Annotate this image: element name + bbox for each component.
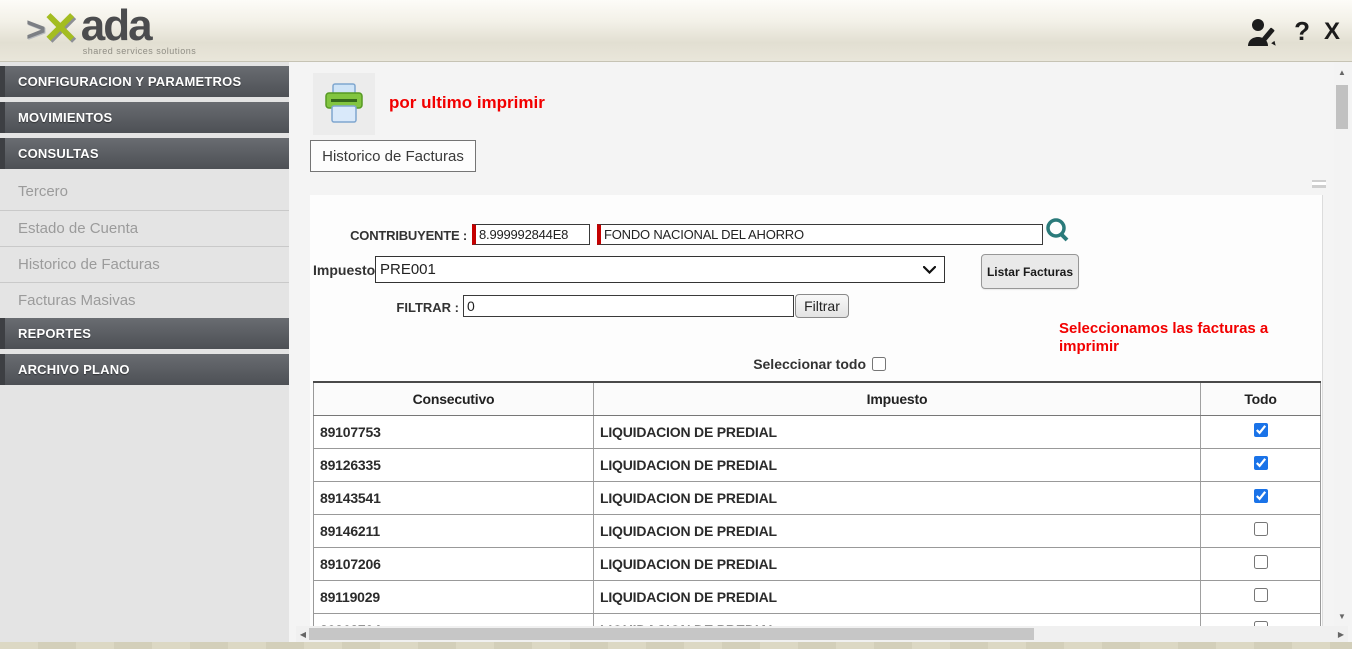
cell-consecutivo: 89143541 [314,481,594,514]
row-checkbox[interactable] [1254,588,1268,602]
printer-icon [321,82,367,126]
row-checkbox[interactable] [1254,456,1268,470]
sidebar-item-historico-de-facturas[interactable]: Historico de Facturas [0,246,289,282]
filtrar-input[interactable] [463,295,794,317]
table-row: 89119029LIQUIDACION DE PREDIAL [314,580,1321,613]
table-row: 89146211LIQUIDACION DE PREDIAL [314,514,1321,547]
sidebar-item-consultas[interactable]: CONSULTAS [0,138,289,169]
select-all-checkbox[interactable] [872,357,886,371]
user-edit-icon[interactable] [1246,17,1280,47]
table-row: 89263704LIQUIDACION DE PREDIAL [314,613,1321,626]
sidebar-nav: CONFIGURACION Y PARAMETROS MOVIMIENTOS CON… [0,62,289,385]
scroll-down-arrow-icon[interactable]: ▼ [1334,608,1350,624]
cell-impuesto: LIQUIDACION DE PREDIAL [594,415,1201,448]
row-checkbox[interactable] [1254,489,1268,503]
sidebar-item-movimientos[interactable]: MOVIMIENTOS [0,102,289,133]
table-row: 89126335LIQUIDACION DE PREDIAL [314,448,1321,481]
facturas-table-wrap: Consecutivo Impuesto Todo 89107753LIQUID… [313,381,1321,626]
vertical-scrollbar[interactable]: ▲ ▼ [1334,62,1350,626]
search-icon[interactable] [1044,217,1072,245]
impuesto-label: Impuesto [313,262,375,278]
annotation-select-note: Seleccionamos las facturas a imprimir [1059,320,1309,356]
cell-impuesto: LIQUIDACION DE PREDIAL [594,547,1201,580]
vertical-scrollbar-thumb[interactable] [1336,85,1348,129]
cell-impuesto: LIQUIDACION DE PREDIAL [594,613,1201,626]
cell-impuesto: LIQUIDACION DE PREDIAL [594,514,1201,547]
facturas-table: Consecutivo Impuesto Todo 89107753LIQUID… [313,381,1321,626]
select-all-label: Seleccionar todo [753,356,866,372]
help-icon[interactable]: ? [1294,16,1310,47]
cell-todo [1201,613,1321,626]
cell-todo [1201,448,1321,481]
cell-consecutivo: 89146211 [314,514,594,547]
annotation-print-note: por ultimo imprimir [389,93,545,113]
close-icon[interactable]: X [1324,18,1340,46]
cell-consecutivo: 89263704 [314,613,594,626]
cell-consecutivo: 89126335 [314,448,594,481]
resize-grip-icon[interactable] [1312,180,1326,188]
top-banner: > ✕ ada shared services solutions ? X [0,0,1352,62]
row-checkbox[interactable] [1254,423,1268,437]
bottom-strip [0,642,1352,649]
sidebar-item-configuracion-y-parametros[interactable]: CONFIGURACION Y PARAMETROS [0,66,289,97]
scroll-left-arrow-icon[interactable]: ◀ [296,626,310,642]
impuesto-selected-value: PRE001 [380,261,436,278]
col-header-consecutivo: Consecutivo [314,382,594,415]
impuesto-select[interactable]: PRE001 [375,256,945,283]
logo-wordmark: ada [81,4,197,48]
contribuyente-label: CONTRIBUYENTE : [337,228,467,243]
scroll-up-arrow-icon[interactable]: ▲ [1334,64,1350,80]
cell-todo [1201,481,1321,514]
row-checkbox[interactable] [1254,555,1268,569]
sidebar: CONFIGURACION Y PARAMETROS MOVIMIENTOS CON… [0,62,289,642]
cell-consecutivo: 89119029 [314,580,594,613]
select-all-row: Seleccionar todo [600,355,886,373]
app-window: > ✕ ada shared services solutions ? X CO… [0,0,1352,649]
table-row: 89107206LIQUIDACION DE PREDIAL [314,547,1321,580]
ada-logo: > ✕ ada shared services solutions [26,4,196,56]
table-row: 89143541LIQUIDACION DE PREDIAL [314,481,1321,514]
facturas-tbody: 89107753LIQUIDACION DE PREDIAL89126335LI… [314,415,1321,626]
cell-todo [1201,580,1321,613]
cell-consecutivo: 89107753 [314,415,594,448]
page-title-box[interactable]: Historico de Facturas [310,140,476,172]
cell-todo [1201,415,1321,448]
horizontal-scrollbar-thumb[interactable] [309,628,1034,640]
cell-todo [1201,514,1321,547]
filtrar-label: FILTRAR : [380,300,459,315]
cell-impuesto: LIQUIDACION DE PREDIAL [594,580,1201,613]
logo-tagline: shared services solutions [83,46,197,56]
chevron-down-icon [923,266,936,274]
logo-x-icon: ✕ [42,4,79,54]
cell-todo [1201,547,1321,580]
scroll-right-arrow-icon[interactable]: ▶ [1334,626,1348,642]
horizontal-scrollbar[interactable]: ◀ ▶ [296,626,1348,642]
table-row: 89107753LIQUIDACION DE PREDIAL [314,415,1321,448]
sidebar-item-estado-de-cuenta[interactable]: Estado de Cuenta [0,210,289,246]
sidebar-item-archivo-plano[interactable]: ARCHIVO PLANO [0,354,289,385]
sidebar-item-facturas-masivas[interactable]: Facturas Masivas [0,282,289,318]
listar-facturas-button[interactable]: Listar Facturas [981,254,1079,289]
print-button[interactable] [313,73,375,135]
row-checkbox[interactable] [1254,522,1268,536]
table-header-row: Consecutivo Impuesto Todo [314,382,1321,415]
col-header-impuesto: Impuesto [594,382,1201,415]
cell-impuesto: LIQUIDACION DE PREDIAL [594,448,1201,481]
sidebar-item-reportes[interactable]: REPORTES [0,318,289,349]
cell-consecutivo: 89107206 [314,547,594,580]
cell-impuesto: LIQUIDACION DE PREDIAL [594,481,1201,514]
sidebar-item-tercero[interactable]: Tercero [0,174,289,210]
col-header-todo: Todo [1201,382,1321,415]
filtrar-button[interactable]: Filtrar [795,294,849,318]
contribuyente-name-input[interactable] [597,224,1043,245]
contribuyente-code-input[interactable] [472,224,590,245]
